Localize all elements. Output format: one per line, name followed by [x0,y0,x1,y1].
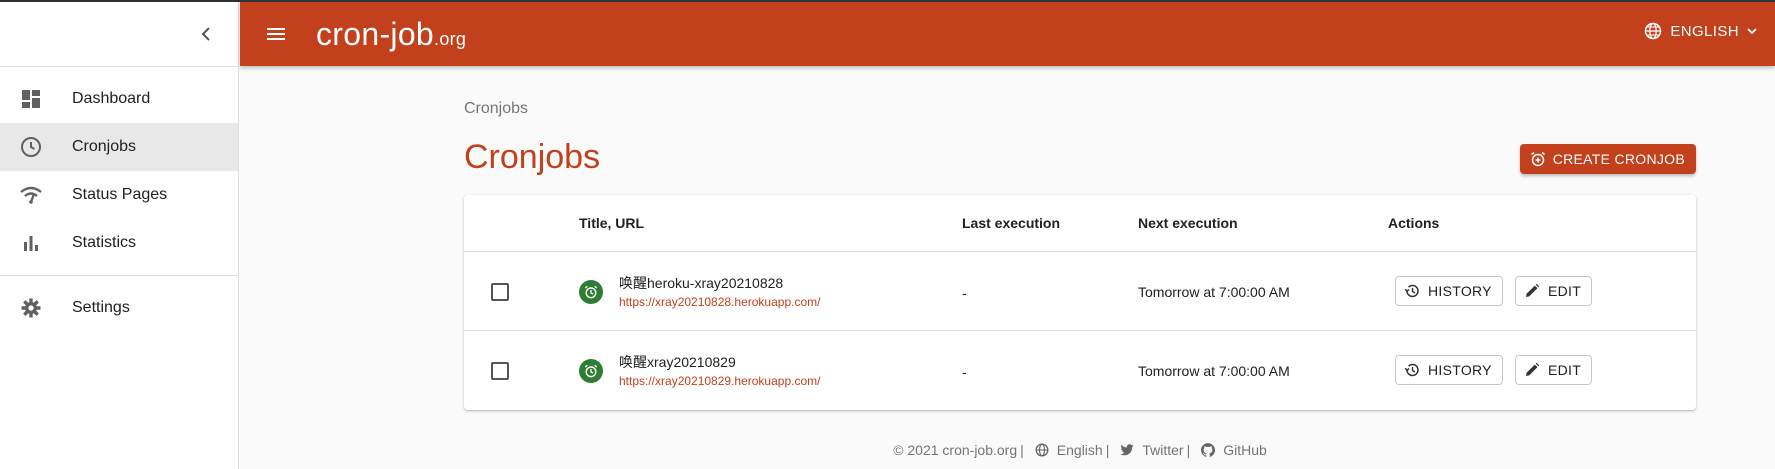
history-icon [1404,363,1419,377]
sidebar-item-label: Statistics [72,234,137,251]
wifi-signal-icon [17,183,45,207]
collapse-sidebar-button[interactable] [196,22,216,46]
last-execution-value: - [962,364,967,380]
alarm-status-icon [579,359,603,383]
globe-icon [1645,22,1662,40]
language-label: ENGLISH [1670,22,1739,40]
sidebar-header [0,0,238,67]
sidebar-item-label: Status Pages [72,186,168,203]
sidebar-item-cronjobs[interactable]: Cronjobs [0,123,238,171]
job-title[interactable]: 唤醒xray20210829 [619,352,736,372]
sidebar-item-status-pages[interactable]: Status Pages [0,171,238,219]
breadcrumb[interactable]: Cronjobs [464,100,528,118]
menu-button[interactable] [264,22,288,46]
create-cronjob-label: CREATE CRONJOB [1552,151,1685,167]
bar-chart-icon [17,231,45,255]
next-execution-value: Tomorrow at 7:00:00 AM [1138,363,1290,379]
table-row: 唤醒heroku-xray20210828 https://xray202108… [464,252,1696,331]
footer-twitter-link[interactable]: Twitter [1142,442,1183,458]
twitter-icon [1120,444,1134,456]
edit-label: EDIT [1548,362,1582,378]
job-url[interactable]: https://xray20210829.herokuapp.com/ [619,374,820,388]
history-button[interactable]: HISTORY [1395,355,1503,385]
table-header: Title, URL Last execution Next execution… [464,195,1696,252]
page-footer: © 2021 cron-job.org | English | Twitter … [464,442,1696,458]
sidebar: Dashboard Cronjobs Status Pages Statisti… [0,0,239,469]
globe-icon [1035,443,1049,457]
logo-suffix-text: .org [434,29,467,49]
row-checkbox[interactable] [491,283,509,301]
column-title-url: Title, URL [579,215,645,231]
top-border [0,0,1775,2]
row-checkbox[interactable] [491,362,509,380]
github-icon [1201,443,1216,457]
sidebar-item-label: Settings [72,299,130,316]
history-label: HISTORY [1428,283,1492,299]
sidebar-divider [0,275,238,276]
edit-button[interactable]: EDIT [1515,355,1593,385]
footer-separator: | [1186,442,1191,458]
sidebar-item-dashboard[interactable]: Dashboard [0,75,238,123]
column-actions: Actions [1388,215,1440,231]
chevron-left-icon [201,27,210,41]
sidebar-nav: Dashboard Cronjobs Status Pages Statisti… [0,67,238,332]
app-logo[interactable]: cron-job.org [316,16,466,53]
page-title: Cronjobs [464,138,601,176]
hamburger-icon [267,28,285,40]
footer-copyright: © 2021 cron-job.org [893,442,1018,458]
chevron-down-icon [1747,28,1757,35]
cronjobs-table: Title, URL Last execution Next execution… [464,195,1696,410]
footer-separator: | [1020,442,1024,458]
gear-icon [17,296,45,320]
footer-github-link[interactable]: GitHub [1223,442,1267,458]
sidebar-item-settings[interactable]: Settings [0,284,238,332]
next-execution-value: Tomorrow at 7:00:00 AM [1138,284,1290,300]
edit-label: EDIT [1548,283,1582,299]
pencil-icon [1526,283,1540,297]
history-label: HISTORY [1428,362,1492,378]
sidebar-item-statistics[interactable]: Statistics [0,219,238,267]
create-cronjob-button[interactable]: CREATE CRONJOB [1519,144,1696,174]
last-execution-value: - [962,285,967,301]
table-row: 唤醒xray20210829 https://xray20210829.hero… [464,331,1696,410]
history-button[interactable]: HISTORY [1395,276,1503,306]
job-title[interactable]: 唤醒heroku-xray20210828 [619,273,783,293]
footer-separator: | [1105,442,1110,458]
sidebar-item-label: Cronjobs [72,138,137,155]
logo-main-text: cron-job [316,16,435,52]
dashboard-icon [17,87,45,111]
clock-icon [17,135,45,159]
column-next-execution: Next execution [1138,215,1238,231]
pencil-icon [1526,362,1540,376]
sidebar-item-label: Dashboard [72,90,151,107]
footer-language-link[interactable]: English [1057,442,1103,458]
column-last-execution: Last execution [962,215,1061,231]
alarm-add-icon [1530,151,1545,167]
app-header: cron-job.org ENGLISH [240,2,1775,66]
alarm-status-icon [579,280,603,304]
language-selector[interactable]: ENGLISH [1644,22,1765,40]
history-icon [1404,284,1419,298]
edit-button[interactable]: EDIT [1515,276,1593,306]
job-url[interactable]: https://xray20210828.herokuapp.com/ [619,295,820,309]
